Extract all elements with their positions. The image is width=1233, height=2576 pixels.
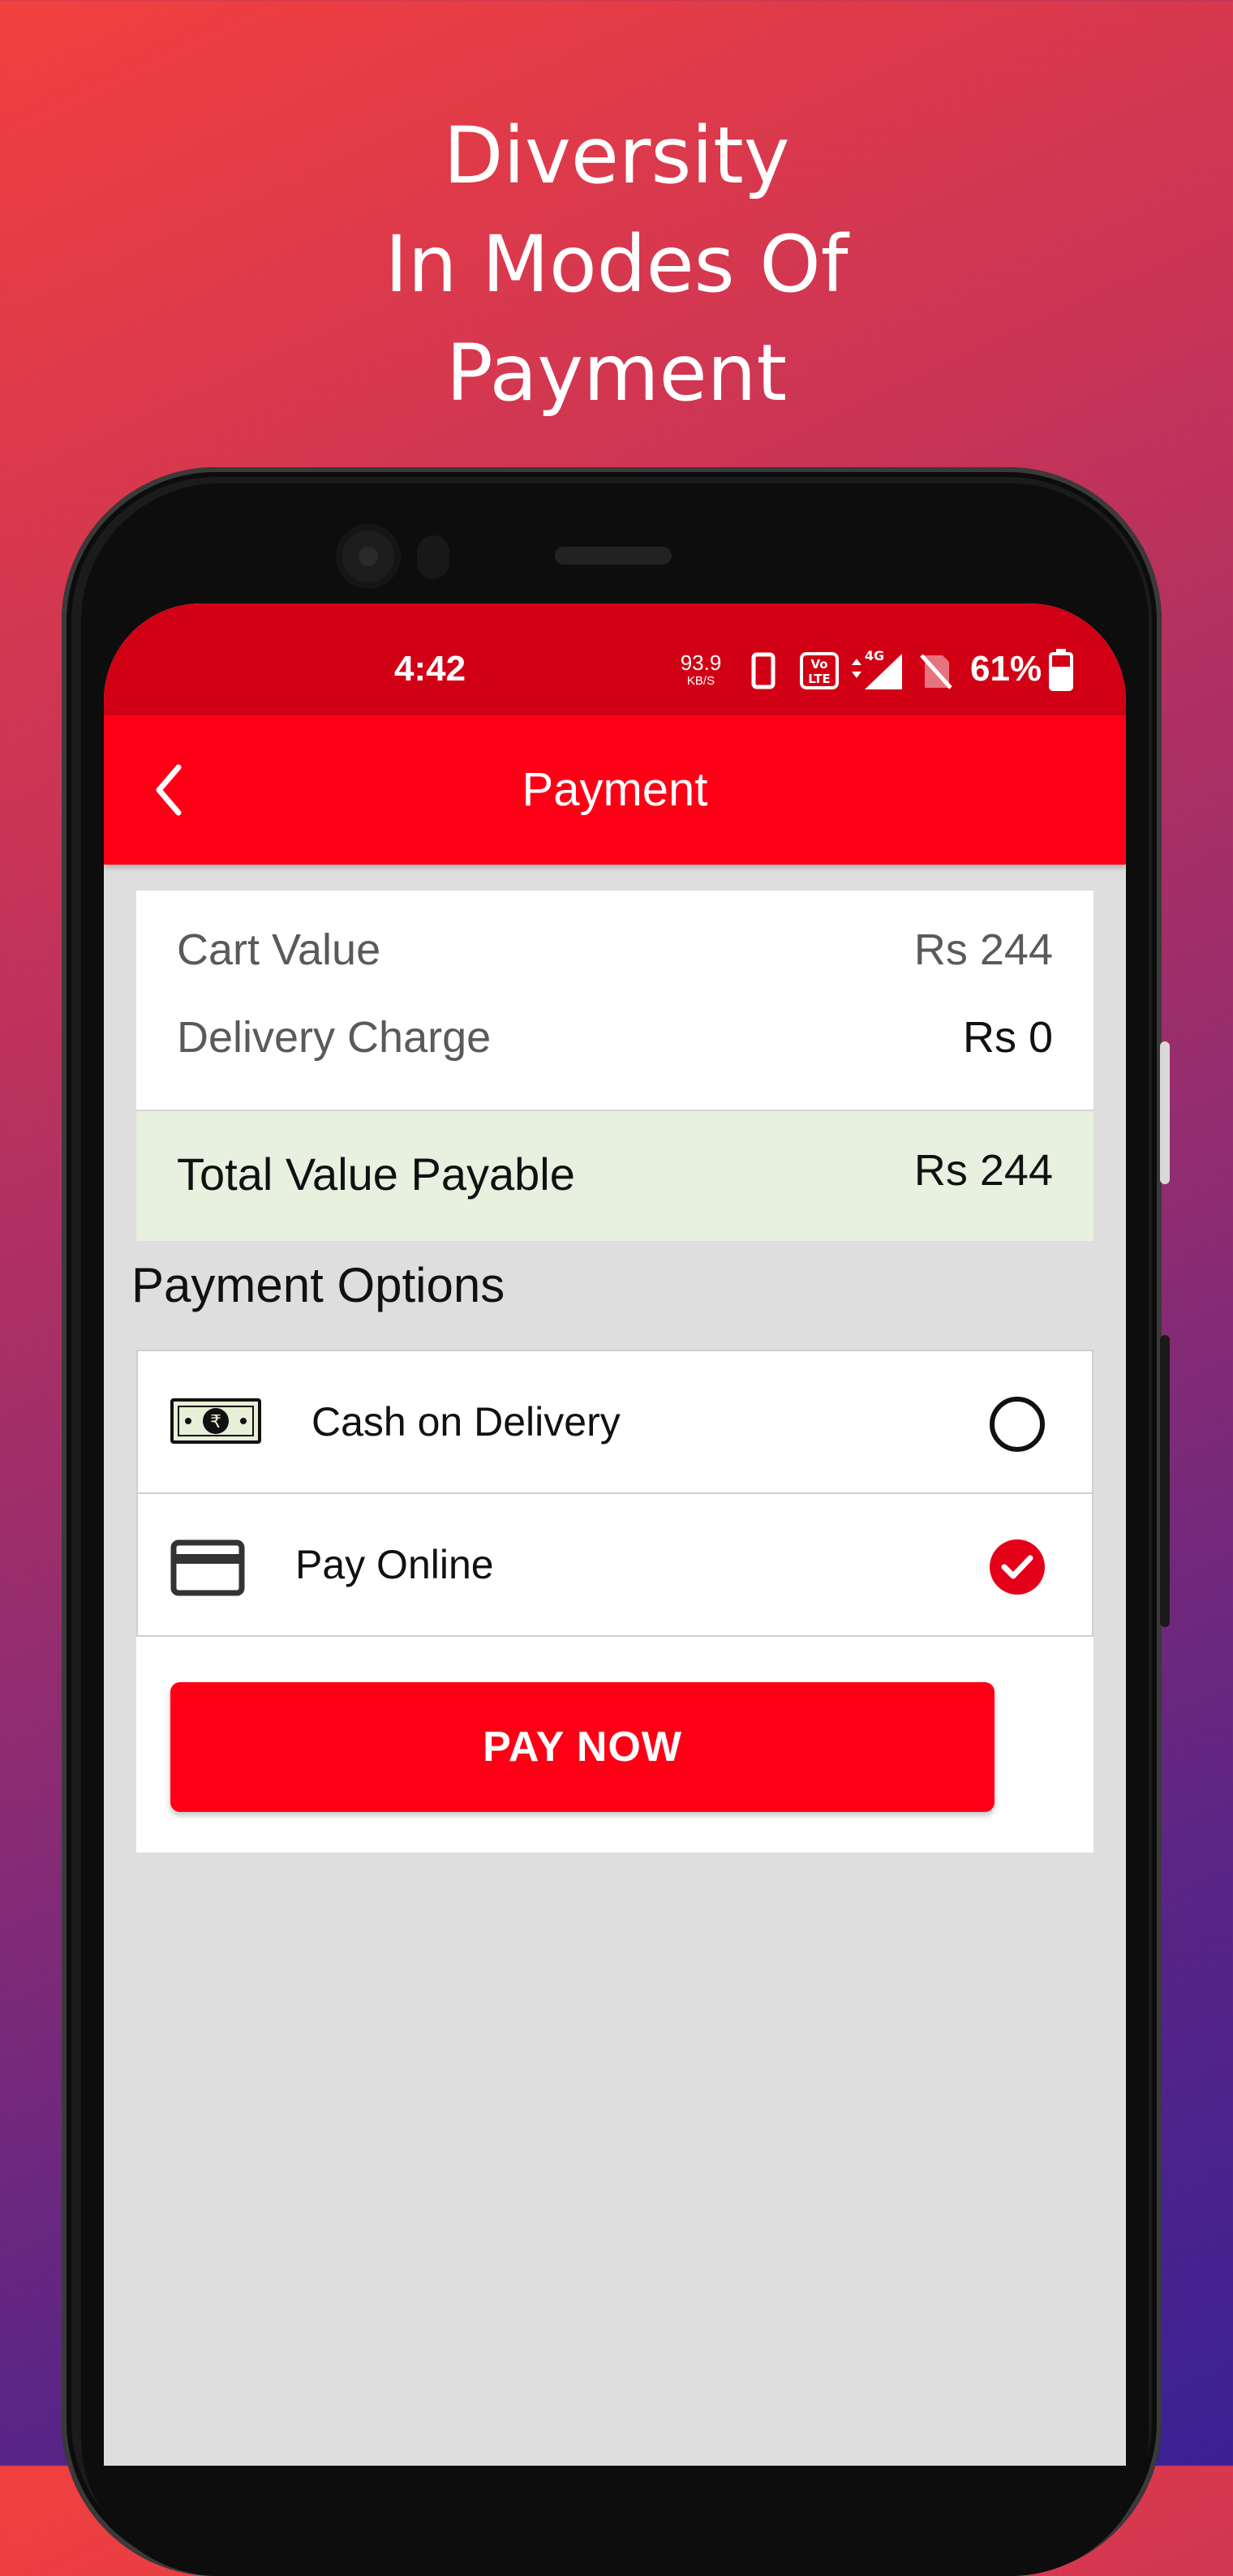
payment-options-heading: Payment Options — [131, 1258, 505, 1312]
delivery-charge-label: Delivery Charge — [177, 1013, 492, 1062]
front-camera-icon — [336, 524, 401, 589]
status-bar: 4:42 93.9 KB/S Vo LTE 4G 61% — [104, 603, 1126, 715]
option-cash-on-delivery[interactable]: ₹ Cash on Delivery — [136, 1350, 1093, 1494]
headline-line-2: In Modes Of — [385, 219, 848, 310]
cart-value-label: Cart Value — [177, 925, 381, 974]
page-title: Payment — [522, 763, 708, 816]
phone-side-button — [1160, 1041, 1170, 1184]
svg-text:₹: ₹ — [210, 1412, 221, 1432]
option-pay-online[interactable]: Pay Online — [136, 1492, 1093, 1637]
svg-text:Vo: Vo — [810, 657, 827, 672]
earpiece-speaker — [555, 547, 672, 565]
back-button[interactable] — [136, 756, 201, 824]
svg-text:LTE: LTE — [808, 672, 831, 686]
network-speed-unit: KB/S — [686, 674, 715, 688]
proximity-sensor — [417, 535, 449, 579]
status-time: 4:42 — [394, 649, 466, 689]
cart-value-row: Cart Value Rs 244 — [177, 925, 1053, 975]
cash-note-icon: ₹ — [170, 1398, 261, 1444]
network-speed-value: 93.9 — [680, 650, 722, 675]
headline-line-3: Payment — [445, 328, 788, 419]
network-type-label: 4G — [865, 648, 884, 663]
credit-card-icon — [170, 1539, 245, 1596]
option-label-online: Pay Online — [295, 1542, 494, 1587]
phone-power-button — [1160, 1335, 1170, 1627]
no-sim-icon — [920, 654, 952, 689]
cart-value-amount: Rs 244 — [913, 925, 1053, 974]
pay-now-button[interactable]: PAY NOW — [170, 1682, 995, 1812]
volte-icon: Vo LTE — [800, 652, 839, 689]
total-payable-amount: Rs 244 — [913, 1146, 1053, 1195]
total-payable-label: Total Value Payable — [177, 1148, 575, 1200]
headline-line-1: Diversity — [443, 110, 790, 201]
phone-outline-icon — [751, 652, 775, 689]
network-speed: 93.9 KB/S — [677, 652, 725, 687]
checkmark-icon — [1001, 1555, 1033, 1579]
app-bar: Payment — [104, 715, 1126, 865]
battery-percent: 61% — [970, 649, 1042, 689]
option-label-cash: Cash on Delivery — [311, 1399, 621, 1445]
delivery-charge-amount: Rs 0 — [962, 1013, 1053, 1062]
chevron-left-icon — [156, 764, 182, 816]
delivery-charge-row: Delivery Charge Rs 0 — [177, 1012, 1053, 1063]
total-payable-row: Total Value Payable Rs 244 — [136, 1110, 1093, 1241]
signal-4g-icon: 4G — [852, 648, 902, 689]
phone-screen: 4:42 93.9 KB/S Vo LTE 4G 61% Payment Car… — [104, 603, 1126, 2466]
radio-cash-on-delivery[interactable] — [990, 1397, 1045, 1452]
order-summary-card: Cart Value Rs 244 Delivery Charge Rs 0 T… — [136, 891, 1093, 1241]
radio-pay-online[interactable] — [990, 1539, 1045, 1595]
promo-headline: Diversity In Modes Of Payment — [0, 101, 1233, 427]
battery-icon — [1049, 649, 1073, 691]
